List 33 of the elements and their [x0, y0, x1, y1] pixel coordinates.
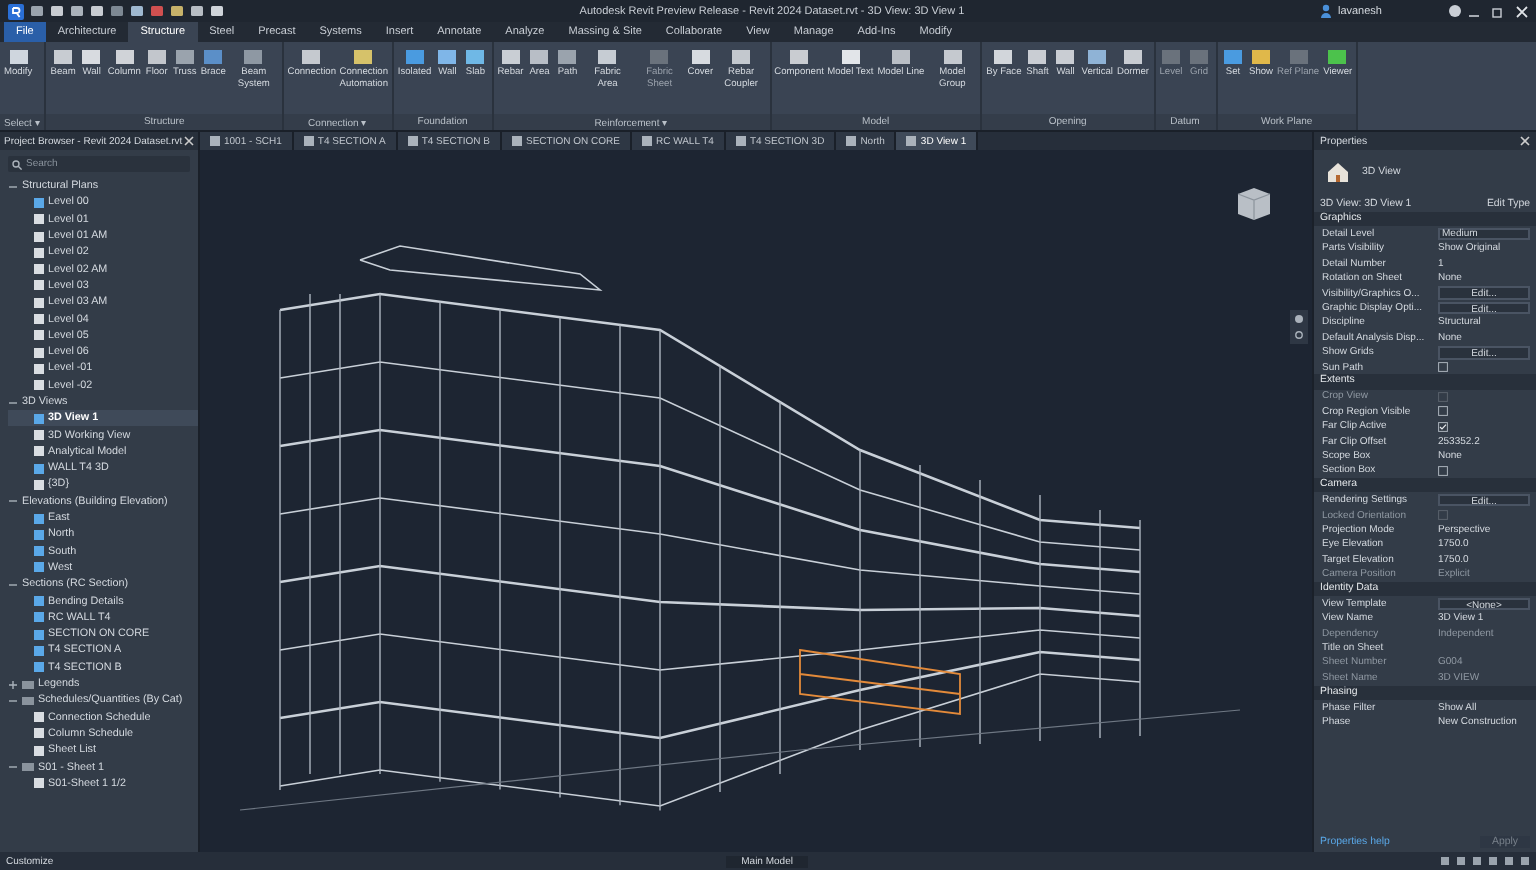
- close-icon[interactable]: [1520, 136, 1530, 146]
- view-icon: [407, 136, 418, 146]
- checkbox[interactable]: [1438, 362, 1448, 373]
- view-icon: [735, 136, 746, 146]
- folder-icon: [22, 762, 34, 773]
- checkbox[interactable]: [1438, 465, 1448, 476]
- view-icon: [906, 136, 917, 146]
- wheel-icon[interactable]: [1294, 314, 1304, 324]
- collapse-icon[interactable]: [8, 496, 18, 507]
- collapse-icon[interactable]: [8, 181, 18, 192]
- zoom-icon[interactable]: [1294, 330, 1304, 340]
- collapse-icon[interactable]: [8, 579, 18, 590]
- close-icon[interactable]: [1516, 5, 1528, 17]
- view-icon: [846, 136, 857, 146]
- view-icon: [512, 136, 522, 146]
- restore-icon[interactable]: [1492, 5, 1504, 17]
- collapse-icon[interactable]: [8, 397, 18, 407]
- expand-icon[interactable]: [8, 679, 18, 690]
- view-icon: [641, 136, 652, 146]
- view-cube-icon[interactable]: [1232, 182, 1276, 226]
- house-icon: [1326, 160, 1350, 184]
- navigation-bar[interactable]: [1290, 310, 1308, 344]
- search-icon: [12, 159, 22, 169]
- collapse-icon[interactable]: [8, 762, 18, 773]
- checkbox[interactable]: [1438, 421, 1448, 432]
- view-icon: [210, 136, 220, 146]
- checkbox[interactable]: [1438, 406, 1448, 417]
- view-icon: [303, 136, 314, 146]
- app-logo-icon: [8, 3, 24, 19]
- close-icon[interactable]: [184, 136, 194, 146]
- view-icon: [34, 778, 44, 789]
- collapse-icon[interactable]: [8, 695, 18, 706]
- user-icon: [1319, 4, 1332, 18]
